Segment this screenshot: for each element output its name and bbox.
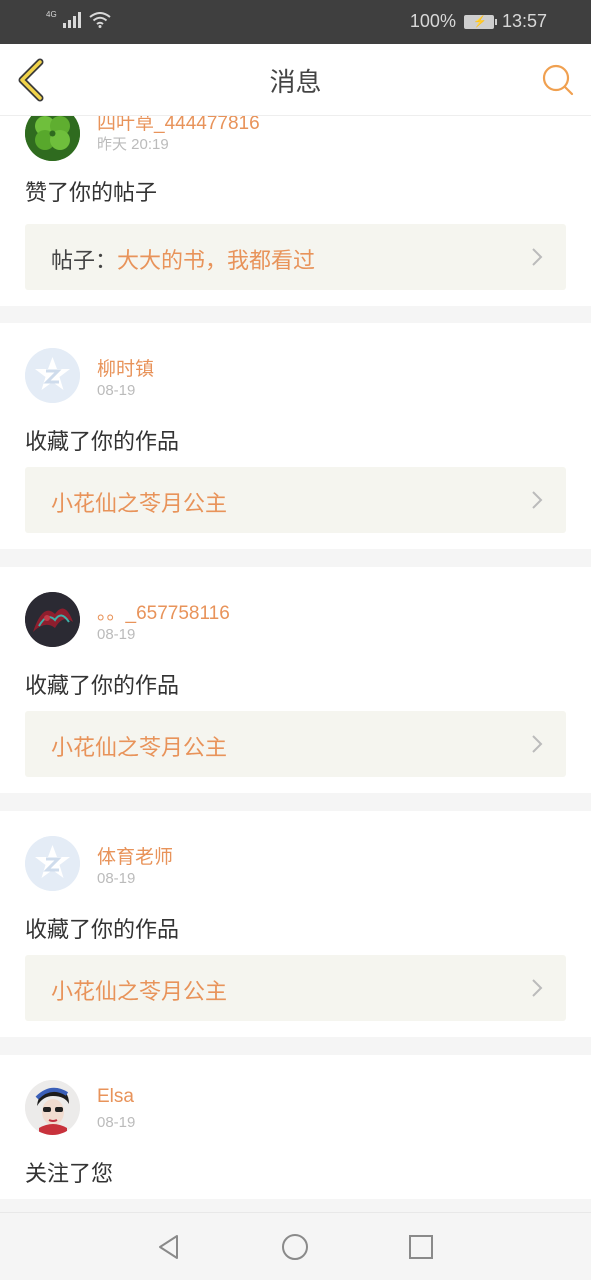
search-icon[interactable] — [541, 63, 575, 97]
action-text: 收藏了你的作品 — [25, 430, 180, 455]
back-triangle-icon[interactable] — [155, 1233, 183, 1261]
message-card: 。。_657758116 08-19 收藏了你的作品 小花仙之苓月公主 — [0, 567, 591, 793]
message-card: 四叶草_444477816 昨天 20:19 赞了你的帖子 帖子：大大的书，我都… — [0, 116, 591, 306]
action-text: 关注了您 — [25, 1162, 114, 1187]
ref-title: 小花仙之苓月公主 — [51, 736, 228, 761]
message-card: 体育老师 08-19 收藏了你的作品 小花仙之苓月公主 — [0, 811, 591, 1037]
network-type: 4G — [46, 9, 57, 19]
username[interactable]: 体育老师 — [97, 842, 173, 869]
system-nav-bar — [0, 1212, 591, 1280]
action-text: 收藏了你的作品 — [25, 918, 180, 943]
work-reference[interactable]: 小花仙之苓月公主 — [25, 955, 566, 1021]
ref-title: 大大的书，我都看过 — [117, 249, 316, 274]
username[interactable]: Elsa — [97, 1086, 134, 1108]
action-text: 赞了你的帖子 — [25, 181, 158, 206]
battery-icon: ⚡ — [463, 14, 497, 29]
chevron-right-icon — [532, 248, 543, 266]
timestamp: 昨天 20:19 — [97, 136, 169, 153]
timestamp: 08-19 — [97, 870, 136, 887]
status-bar: 4G 100% ⚡ 13:57 — [0, 0, 591, 44]
clock: 13:57 — [501, 11, 547, 31]
action-text: 收藏了你的作品 — [25, 674, 180, 699]
page-title: 消息 — [269, 68, 322, 98]
app-bar: 消息 — [0, 44, 591, 116]
chevron-right-icon — [532, 491, 543, 509]
signal-icon — [62, 12, 81, 28]
dragon-avatar[interactable] — [25, 592, 80, 647]
wifi-icon — [89, 12, 111, 28]
ref-prefix: 帖子： — [51, 249, 118, 274]
recents-square-icon[interactable] — [407, 1233, 435, 1261]
default-avatar[interactable] — [25, 836, 80, 891]
username[interactable]: 。。_657758116 — [97, 598, 230, 625]
message-card: 柳时镇 08-19 收藏了你的作品 小花仙之苓月公主 — [0, 323, 591, 549]
ref-title: 小花仙之苓月公主 — [51, 980, 228, 1005]
timestamp: 08-19 — [97, 1114, 136, 1131]
chevron-right-icon — [532, 979, 543, 997]
home-circle-icon[interactable] — [281, 1233, 309, 1261]
message-card: Elsa 08-19 关注了您 — [0, 1055, 591, 1199]
timestamp: 08-19 — [97, 626, 136, 643]
message-list: 四叶草_444477816 昨天 20:19 赞了你的帖子 帖子：大大的书，我都… — [0, 116, 591, 1212]
timestamp: 08-19 — [97, 382, 136, 399]
clover-avatar[interactable] — [25, 116, 80, 161]
work-reference[interactable]: 小花仙之苓月公主 — [25, 467, 566, 533]
chevron-right-icon — [532, 735, 543, 753]
girl-avatar[interactable] — [25, 1080, 80, 1135]
work-reference[interactable]: 小花仙之苓月公主 — [25, 711, 566, 777]
battery-percent: 100% — [409, 11, 456, 31]
username[interactable]: 柳时镇 — [97, 354, 154, 381]
post-reference[interactable]: 帖子：大大的书，我都看过 — [25, 224, 566, 290]
default-avatar[interactable] — [25, 348, 80, 403]
ref-title: 小花仙之苓月公主 — [51, 492, 228, 517]
